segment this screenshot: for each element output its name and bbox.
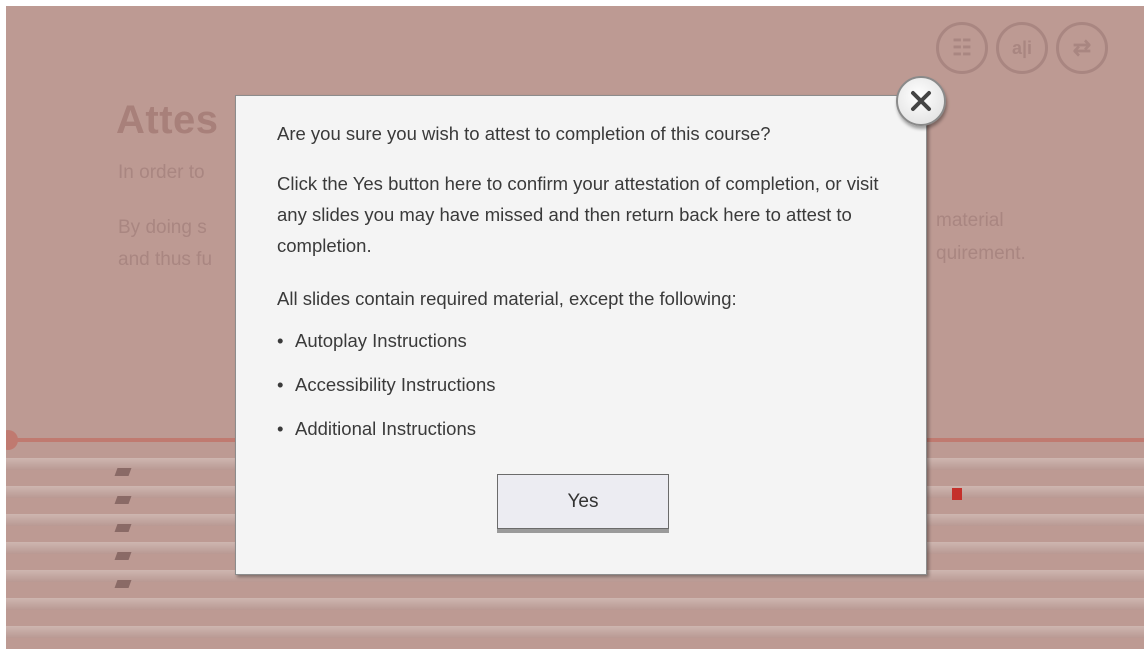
dialog-question: Are you sure you wish to attest to compl…	[277, 123, 771, 144]
dialog-required-text: All slides contain required material, ex…	[277, 288, 737, 309]
slide-title: Attes	[116, 98, 219, 142]
close-icon	[911, 91, 931, 111]
list-item: • Autoplay Instructions	[277, 325, 495, 369]
slide-subtitle: In order to	[118, 162, 205, 183]
background-blind	[6, 598, 1144, 610]
background-mark	[114, 496, 132, 504]
dialog-confirm-text: Click the Yes button here to confirm you…	[277, 173, 879, 256]
slide-paragraph-right2: quirement.	[936, 243, 1026, 264]
list-item: • Accessibility Instructions	[277, 369, 495, 413]
exception-label: Accessibility Instructions	[295, 374, 496, 395]
bullet-icon: •	[277, 418, 284, 439]
close-button[interactable]	[896, 76, 946, 126]
background-blind	[6, 626, 1144, 638]
background-mark	[114, 524, 132, 532]
list-item: • Additional Instructions	[277, 413, 495, 457]
exception-list: • Autoplay Instructions • Accessibility In…	[277, 325, 495, 457]
background-mark	[114, 580, 132, 588]
background-mark	[114, 468, 132, 476]
background-mark	[114, 552, 132, 560]
accessibility-info-icon[interactable]: a|i	[996, 22, 1048, 74]
exception-label: Additional Instructions	[295, 418, 476, 439]
bullet-icon: •	[277, 374, 284, 395]
attestation-dialog: Are you sure you wish to attest to compl…	[235, 95, 927, 575]
slide-paragraph-right1: material	[936, 210, 1004, 231]
bullet-icon: •	[277, 330, 284, 351]
background-red-mark	[952, 488, 962, 500]
yes-button[interactable]: Yes	[497, 474, 669, 529]
replay-icon[interactable]: ⇄	[1056, 22, 1108, 74]
transcript-icon[interactable]: ☷	[936, 22, 988, 74]
progress-knob[interactable]	[6, 430, 18, 450]
exception-label: Autoplay Instructions	[295, 330, 467, 351]
